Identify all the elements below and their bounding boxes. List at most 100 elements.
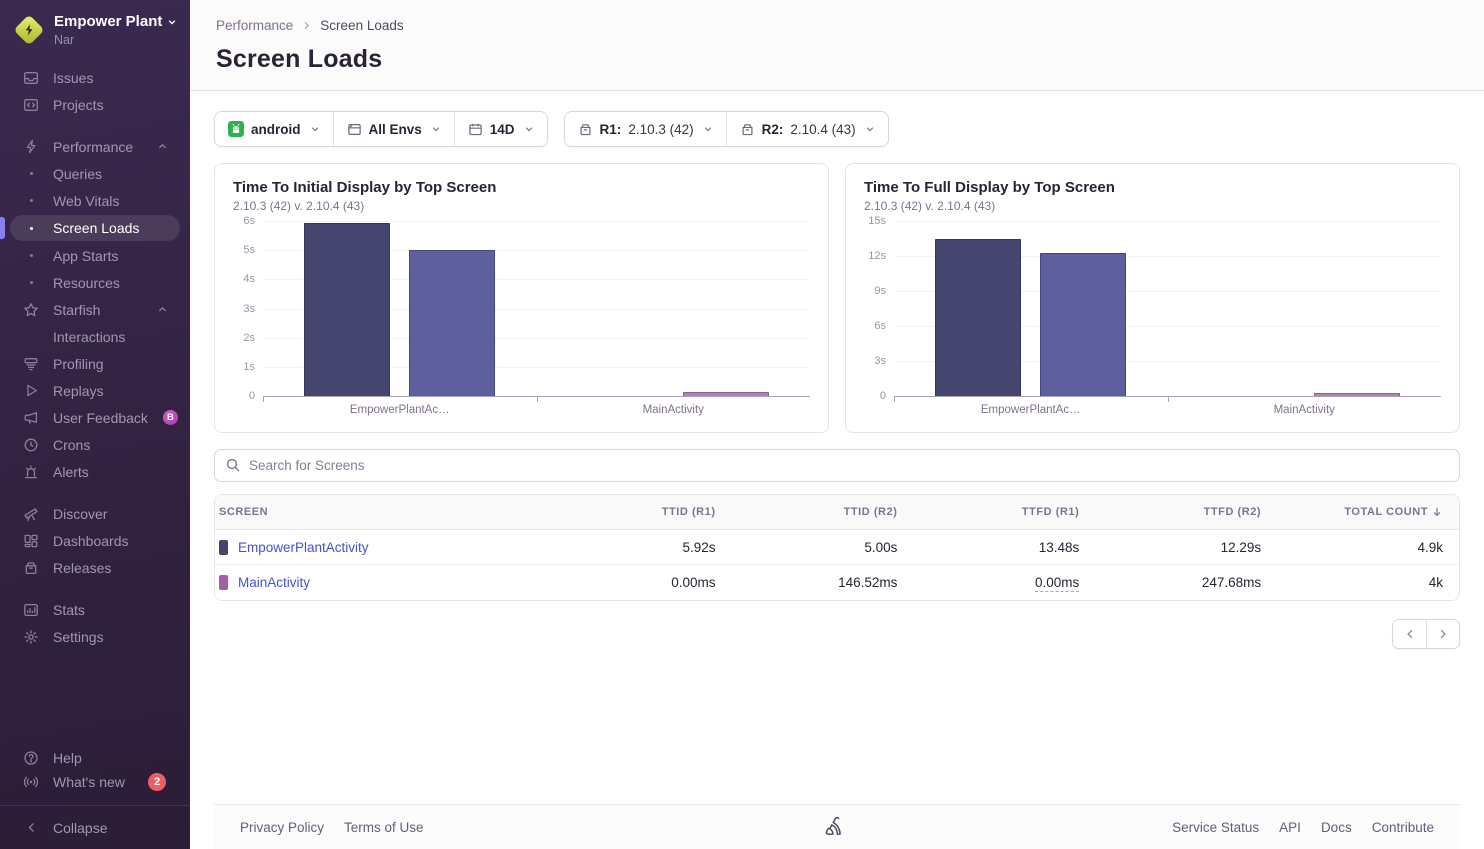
chart-bar[interactable] — [1040, 253, 1126, 396]
page-filter-group: android All Envs 14D — [214, 111, 548, 147]
screen-link[interactable]: MainActivity — [238, 575, 310, 590]
y-axis-tick-label: 0 — [880, 390, 886, 402]
y-axis: 01s2s3s4s5s6s — [233, 221, 263, 397]
x-axis-category-label: EmpowerPlantAc… — [894, 404, 1168, 416]
sidebar-item-label: Profiling — [53, 356, 104, 372]
ttfd-r2-value: 12.29s — [1095, 540, 1277, 555]
release1-prefix: R1: — [600, 122, 622, 137]
search-input[interactable] — [214, 449, 1460, 482]
chart-subtitle: 2.10.3 (42) v. 2.10.4 (43) — [233, 199, 810, 213]
search-row — [214, 449, 1460, 482]
screens-table: SCREEN TTID (R1) TTID (R2) TTFD (R1) TTF… — [214, 494, 1460, 601]
page-title: Screen Loads — [216, 45, 1458, 74]
sidebar-item-help[interactable]: Help — [10, 747, 180, 769]
sidebar-item-releases[interactable]: Releases — [10, 557, 180, 579]
sidebar-item-resources[interactable]: Resources — [10, 272, 180, 294]
sidebar-item-profiling[interactable]: Profiling — [10, 353, 180, 375]
org-switcher[interactable]: Empower Plant Nar — [0, 0, 190, 58]
breadcrumb-performance[interactable]: Performance — [216, 18, 293, 33]
breadcrumb: Performance Screen Loads — [216, 18, 1458, 33]
ttfd-r1-value: 0.00ms — [1035, 575, 1079, 592]
chart-title: Time To Initial Display by Top Screen — [233, 179, 810, 196]
chevron-down-icon — [524, 124, 534, 134]
previous-page-button[interactable] — [1393, 620, 1426, 648]
environment-filter-button[interactable]: All Envs — [333, 112, 454, 146]
org-subtitle: Nar — [54, 33, 177, 49]
telescope-icon — [22, 506, 40, 522]
sidebar-item-replays[interactable]: Replays — [10, 380, 180, 402]
y-axis-tick-label: 3s — [243, 303, 255, 315]
column-header-label: TOTAL COUNT — [1344, 506, 1428, 518]
chart-bar[interactable] — [683, 392, 769, 396]
sidebar-item-label: What's new — [53, 774, 125, 790]
table-row: EmpowerPlantActivity 5.92s 5.00s 13.48s … — [215, 530, 1459, 565]
sidebar-item-performance[interactable]: Performance — [10, 136, 180, 158]
chevron-up-icon — [157, 304, 168, 315]
column-header-ttfd-r1[interactable]: TTFD (R1) — [913, 506, 1095, 518]
active-indicator — [0, 217, 5, 239]
bullet-icon — [22, 281, 40, 284]
sidebar-item-interactions[interactable]: Interactions — [10, 326, 180, 348]
screen-link[interactable]: EmpowerPlantActivity — [238, 540, 369, 555]
privacy-policy-link[interactable]: Privacy Policy — [240, 820, 324, 835]
gridline — [894, 221, 1441, 222]
sidebar-item-screen-loads[interactable]: Screen Loads — [10, 215, 180, 241]
y-axis-tick-label: 6s — [874, 320, 886, 332]
column-header-ttid-r1[interactable]: TTID (R1) — [550, 506, 732, 518]
chevron-left-icon — [1404, 628, 1416, 640]
column-header-screen[interactable]: SCREEN — [215, 506, 550, 518]
sidebar-item-whats-new[interactable]: What's new 2 — [10, 771, 180, 793]
service-status-link[interactable]: Service Status — [1172, 820, 1259, 835]
gear-icon — [22, 629, 40, 645]
sidebar-item-projects[interactable]: Projects — [10, 94, 180, 116]
plot-area — [263, 221, 810, 397]
sidebar-item-settings[interactable]: Settings — [10, 626, 180, 648]
bullet-icon — [22, 227, 40, 230]
terms-of-use-link[interactable]: Terms of Use — [344, 820, 424, 835]
sidebar-item-starfish[interactable]: Starfish — [10, 299, 180, 321]
sidebar-item-discover[interactable]: Discover — [10, 503, 180, 525]
sidebar-item-queries[interactable]: Queries — [10, 163, 180, 185]
chevron-down-icon — [431, 124, 441, 134]
project-filter-label: android — [251, 122, 301, 137]
chart-bar[interactable] — [304, 223, 390, 396]
sidebar-item-alerts[interactable]: Alerts — [10, 461, 180, 483]
chart-bar[interactable] — [1314, 393, 1400, 396]
docs-link[interactable]: Docs — [1321, 820, 1352, 835]
sidebar-item-dashboards[interactable]: Dashboards — [10, 530, 180, 552]
chart-bar[interactable] — [409, 250, 495, 396]
chart-bar[interactable] — [935, 239, 1021, 396]
release-icon — [740, 122, 755, 137]
column-header-total-count[interactable]: TOTAL COUNT — [1277, 506, 1459, 518]
filter-bar: android All Envs 14D R1: — [214, 111, 1460, 147]
org-logo — [14, 15, 44, 45]
release1-filter-button[interactable]: R1: 2.10.3 (42) — [565, 112, 726, 146]
sidebar-item-label: Performance — [53, 139, 133, 155]
contribute-link[interactable]: Contribute — [1372, 820, 1434, 835]
y-axis-tick-label: 12s — [868, 250, 886, 262]
sidebar-collapse-button[interactable]: Collapse — [10, 817, 180, 839]
whats-new-count-badge: 2 — [148, 773, 166, 791]
column-header-ttfd-r2[interactable]: TTFD (R2) — [1095, 506, 1277, 518]
next-page-button[interactable] — [1426, 620, 1459, 648]
api-link[interactable]: API — [1279, 820, 1301, 835]
projects-icon — [22, 97, 40, 113]
sidebar-item-crons[interactable]: Crons — [10, 434, 180, 456]
date-range-filter-button[interactable]: 14D — [454, 112, 547, 146]
release2-filter-button[interactable]: R2: 2.10.4 (43) — [726, 112, 888, 146]
sidebar-nav: Issues Projects Performance Queries Web … — [0, 64, 190, 849]
megaphone-icon — [22, 410, 40, 426]
y-axis-tick-label: 4s — [243, 273, 255, 285]
sidebar-item-app-starts[interactable]: App Starts — [10, 245, 180, 267]
clock-icon — [22, 437, 40, 453]
android-icon — [228, 121, 244, 137]
sidebar-item-issues[interactable]: Issues — [10, 67, 180, 89]
sidebar-item-user-feedback[interactable]: User Feedback B — [10, 407, 180, 429]
calendar-icon — [468, 122, 483, 137]
release-filter-group: R1: 2.10.3 (42) R2: 2.10.4 (43) — [564, 111, 889, 147]
column-header-ttid-r2[interactable]: TTID (R2) — [732, 506, 914, 518]
sidebar-item-web-vitals[interactable]: Web Vitals — [10, 190, 180, 212]
table-header-row: SCREEN TTID (R1) TTID (R2) TTFD (R1) TTF… — [215, 495, 1459, 530]
sidebar-item-stats[interactable]: Stats — [10, 599, 180, 621]
project-filter-button[interactable]: android — [215, 112, 333, 146]
